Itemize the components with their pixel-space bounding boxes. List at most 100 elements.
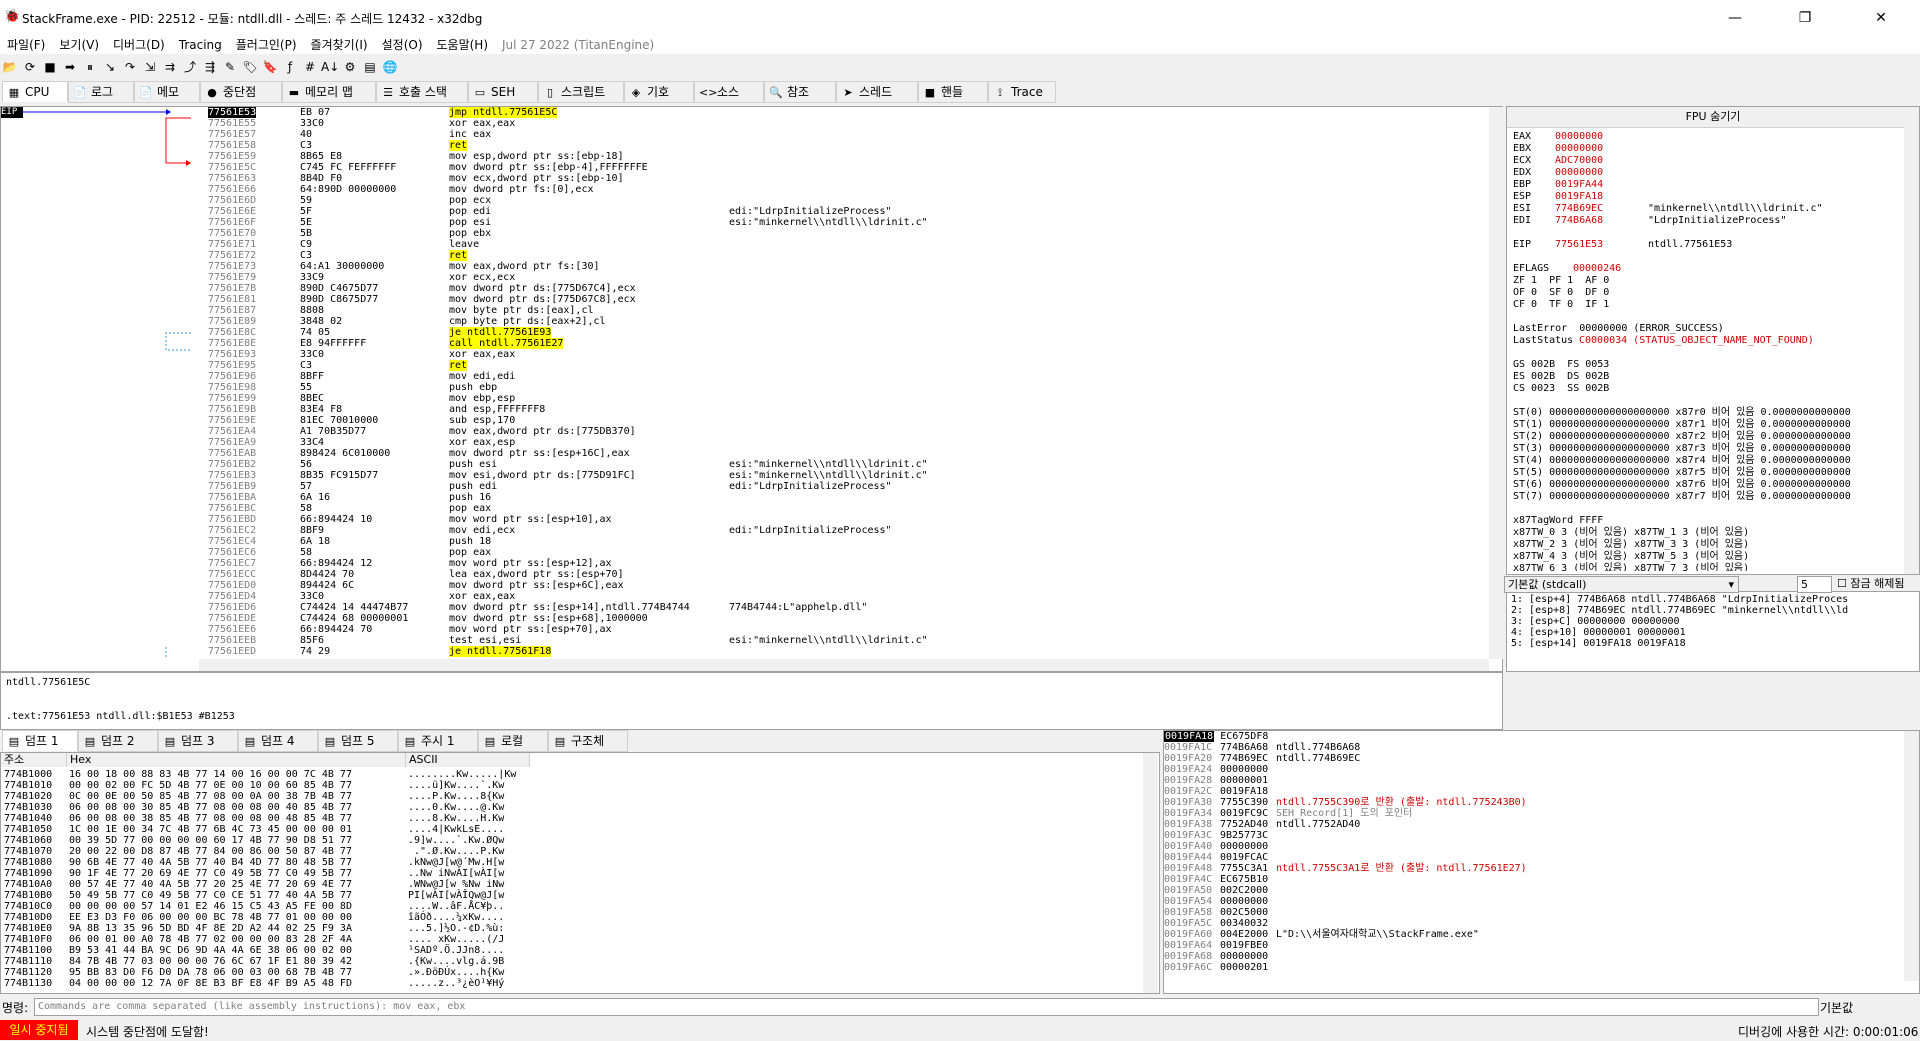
menu-item-7[interactable]: 도움말(H)	[430, 34, 496, 53]
disasm-row[interactable]: 77561E6E 5F pop edi edi:"LdrpInitializeProc…	[199, 206, 1489, 217]
disasm-row[interactable]: 77561E81 890D C8675D77 mov dword ptr ds:[7…	[199, 294, 1489, 305]
dump-tab[interactable]: ▤ 덤프 1	[2, 730, 78, 751]
st-register[interactable]: ST(0) 00000000000000000000 x87r0 비어 있음 0…	[1513, 407, 1851, 418]
register-esi[interactable]: ESI 774B69EC "minkernel\\ntdll\\ldrinit.c"	[1513, 203, 1823, 214]
argument-count-spinner[interactable]: 5	[1797, 576, 1832, 593]
patch-icon[interactable]: ⚙	[341, 58, 359, 76]
label-icon[interactable]: 🏷	[241, 58, 259, 76]
disasm-hscrollbar[interactable]	[199, 659, 1489, 671]
disasm-row[interactable]: 77561EC7 66:894424 12 mov word ptr ss:[esp…	[199, 558, 1489, 569]
step-over-icon[interactable]: ↷	[121, 58, 139, 76]
disasm-row[interactable]: 77561E70 5B pop ebx	[199, 228, 1489, 239]
menu-item-2[interactable]: 디버그(D)	[106, 34, 172, 53]
execute-till-return-icon[interactable]: ⤴	[181, 58, 199, 76]
tab-log[interactable]: 📄 로그	[68, 81, 134, 103]
dump-scrollbar[interactable]	[1143, 753, 1158, 993]
stack-rows[interactable]: 0019FA1C 774B6A68 ntdll.774B6A68 0019FA20 77…	[1164, 742, 1902, 982]
globe-icon[interactable]: 🌐	[381, 58, 399, 76]
st-register[interactable]: ST(4) 00000000000000000000 x87r4 비어 있음 0…	[1513, 455, 1851, 466]
run-to-user-code-icon[interactable]: ⇶	[201, 58, 219, 76]
argument-row[interactable]: 5: [esp+14] 0019FA18 0019FA18	[1511, 638, 1686, 649]
dump-tab[interactable]: ▤ 덤프 5	[318, 730, 398, 752]
menu-item-3[interactable]: Tracing	[172, 36, 229, 52]
disasm-row[interactable]: 77561EDE C74424 68 00000001 mov dword ptr …	[199, 613, 1489, 624]
tab-memory-map[interactable]: ▬ 메모리 맵	[282, 81, 376, 103]
register-edx[interactable]: EDX 00000000	[1513, 167, 1603, 178]
dump-tab[interactable]: ▤ 로컬	[478, 730, 548, 752]
argument-row[interactable]: 3: [esp+C] 00000000 00000000	[1511, 616, 1680, 627]
tab-source[interactable]: <>소스	[694, 81, 764, 103]
register-ebx[interactable]: EBX 00000000	[1513, 143, 1603, 154]
disasm-row[interactable]: 77561E72 C3 ret	[199, 250, 1489, 261]
menu-item-0[interactable]: 파일(F)	[0, 34, 52, 53]
disasm-row[interactable]: 77561ED4 33C0 xor eax,eax	[199, 591, 1489, 602]
hash-icon[interactable]: #	[301, 58, 319, 76]
disasm-row[interactable]: 77561E8E E8 94FFFFFF call ntdll.77561E27	[199, 338, 1489, 349]
disasm-row[interactable]: 77561E6F 5E pop esi esi:"minkernel\\ntdll\\…	[199, 217, 1489, 228]
register-esp[interactable]: ESP 0019FA18	[1513, 191, 1603, 202]
register-edi[interactable]: EDI 774B6A68 "LdrpInitializeProcess"	[1513, 215, 1786, 226]
comment-icon[interactable]: ✎	[221, 58, 239, 76]
fpu-toggle-button[interactable]: FPU 숨기기	[1507, 107, 1919, 128]
register-ebp[interactable]: EBP 0019FA44	[1513, 179, 1603, 190]
dump-tab[interactable]: ▤ 구조체	[548, 730, 628, 752]
disasm-row[interactable]: 77561EE6 66:894424 70 mov word ptr ss:[esp…	[199, 624, 1489, 635]
tab-symbols[interactable]: ◈ 기호	[624, 81, 694, 103]
disasm-row[interactable]: 77561EB9 57 push edi edi:"LdrpInitializePro…	[199, 481, 1489, 492]
lock-checkbox[interactable]: ☐ 잠금 해제됨	[1837, 576, 1904, 591]
tab-notes[interactable]: 📄 메모	[134, 81, 200, 103]
register-eflags[interactable]: EFLAGS 00000246	[1513, 263, 1621, 274]
disasm-row[interactable]: 77561E63 8B4D F0 mov ecx,dword ptr ss:[ebp…	[199, 173, 1489, 184]
tab-cpu[interactable]: ▦ CPU	[2, 81, 68, 102]
tab-references[interactable]: 🔍 참조	[764, 81, 836, 103]
disasm-row[interactable]: 77561EB2 56 push esi esi:"minkernel\\ntdll\…	[199, 459, 1489, 470]
disasm-scrollbar[interactable]	[1489, 107, 1504, 659]
open-icon[interactable]: 📂	[1, 58, 19, 76]
tab-threads[interactable]: ➤ 스레드	[836, 81, 918, 103]
disasm-row[interactable]: 77561EC2 8BF9 mov edi,ecx edi:"LdrpInitiali…	[199, 525, 1489, 536]
trace-into-icon[interactable]: ⇲	[141, 58, 159, 76]
stack-top-row[interactable]: 0019FA18 EC675DF8	[1164, 731, 1268, 742]
step-into-icon[interactable]: ↘	[101, 58, 119, 76]
bookmark-icon[interactable]: 🔖	[261, 58, 279, 76]
disasm-row[interactable]: 77561EC4 6A 18 push 18	[199, 536, 1489, 547]
register-eip[interactable]: EIP 77561E53 ntdll.77561E53	[1513, 239, 1732, 250]
trace-over-icon[interactable]: ⇉	[161, 58, 179, 76]
register-eax[interactable]: EAX 00000000	[1513, 131, 1603, 142]
disasm-row[interactable]: 77561EEB 85F6 test esi,esi esi:"minkernel\\…	[199, 635, 1489, 646]
disasm-row[interactable]: 77561E66 64:890D 00000000 mov dword ptr fs…	[199, 184, 1489, 195]
menu-item-4[interactable]: 플러그인(P)	[229, 34, 304, 53]
flags-row[interactable]: ZF 1 PF 1 AF 0	[1513, 275, 1609, 286]
disasm-row[interactable]: 77561E53 EB 07 jmp ntdll.77561E5C	[199, 107, 1489, 118]
disasm-row[interactable]: 77561E98 55 push ebp	[199, 382, 1489, 393]
tab-handles[interactable]: ■ 핸들	[918, 81, 988, 103]
disassembly-view[interactable]: 77561E53 EB 07 jmp ntdll.77561E5C 77561E55 3…	[199, 107, 1489, 659]
disasm-row[interactable]: 77561E99 8BEC mov ebp,esp	[199, 393, 1489, 404]
tab-call-stack[interactable]: ☰ 호출 스택	[376, 81, 468, 103]
menu-item-5[interactable]: 즐겨찾기(I)	[304, 34, 375, 53]
minimize-button[interactable]: —	[1712, 6, 1758, 30]
st-register[interactable]: ST(5) 00000000000000000000 x87r5 비어 있음 0…	[1513, 467, 1851, 478]
disasm-row[interactable]: 77561E96 8BFF mov edi,edi	[199, 371, 1489, 382]
stack-scrollbar[interactable]	[1904, 731, 1919, 981]
tab-trace[interactable]: ⟟ Trace	[988, 81, 1056, 103]
disasm-row[interactable]: 77561ED0 894424 6C mov dword ptr ss:[esp+6…	[199, 580, 1489, 591]
segment-row[interactable]: GS 002B FS 0053	[1513, 359, 1609, 370]
st-register[interactable]: ST(6) 00000000000000000000 x87r6 비어 있음 0…	[1513, 479, 1851, 490]
st-register[interactable]: ST(2) 00000000000000000000 x87r2 비어 있음 0…	[1513, 431, 1851, 442]
dump-tab[interactable]: ▤ 덤프 4	[238, 730, 318, 752]
disasm-row[interactable]: 77561E58 C3 ret	[199, 140, 1489, 151]
command-input[interactable]: Commands are comma separated (like assem…	[34, 998, 1819, 1016]
disasm-row[interactable]: 77561E7B 890D C4675D77 mov dword ptr ds:[7…	[199, 283, 1489, 294]
pause-icon[interactable]: ⏸	[81, 58, 99, 76]
close-button[interactable]: ✕	[1858, 6, 1904, 30]
disasm-row[interactable]: 77561EED 74 29 je ntdll.77561F18	[199, 646, 1489, 657]
tab-seh[interactable]: ▭ SEH	[468, 81, 538, 103]
st-register[interactable]: ST(1) 00000000000000000000 x87r1 비어 있음 0…	[1513, 419, 1851, 430]
flags-row[interactable]: OF 0 SF 0 DF 0	[1513, 287, 1609, 298]
disasm-row[interactable]: 77561E57 40 inc eax	[199, 129, 1489, 140]
calculator-icon[interactable]: ▤	[361, 58, 379, 76]
font-icon[interactable]: A↓	[321, 58, 339, 76]
disasm-row[interactable]: 77561E89 3848 02 cmp byte ptr ds:[eax+2],c…	[199, 316, 1489, 327]
calling-convention-select[interactable]: 기본값 (stdcall) ▾	[1504, 576, 1739, 593]
